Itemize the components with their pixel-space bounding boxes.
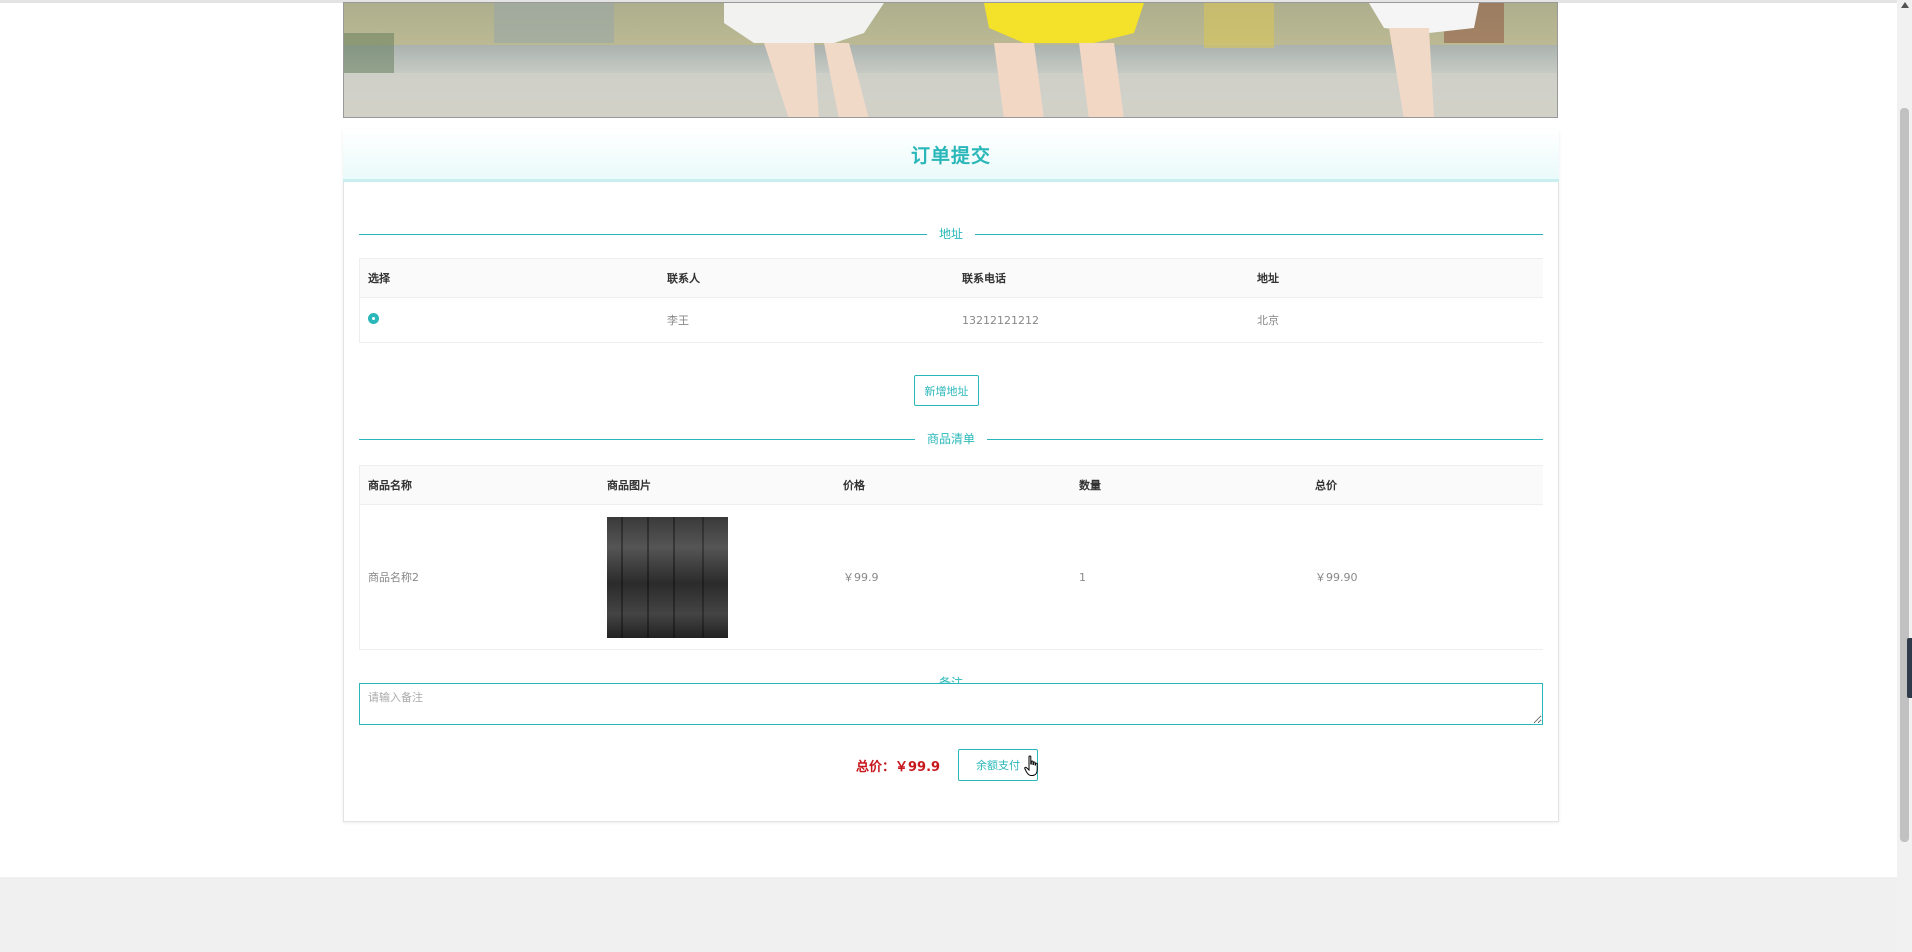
product-image-cell [599,504,835,650]
col-product-name: 商品名称 [359,465,599,505]
col-quantity: 数量 [1071,465,1307,505]
scroll-up-arrow-icon[interactable] [1901,2,1909,8]
goods-section-label: 商品清单 [914,431,988,447]
price-cell: ￥99.9 [835,504,1071,650]
col-contact: 联系人 [659,258,954,298]
goods-section-divider: 商品清单 [359,431,1543,447]
product-image [607,516,728,638]
order-total: 总价：￥99.9 [856,760,941,775]
col-total: 总价 [1307,465,1543,505]
goods-table-header: 商品名称 商品图片 价格 数量 总价 [359,465,1543,505]
remark-section-label: 备注 [930,675,972,683]
hand-cursor-icon [1024,755,1038,776]
col-price: 价格 [835,465,1071,505]
col-address: 地址 [1249,258,1543,298]
panel-header: 订单提交 [343,130,1559,182]
address-section-label: 地址 [926,226,976,242]
col-select: 选择 [359,258,659,298]
product-name-cell: 商品名称2 [359,504,599,650]
address-table: 选择 联系人 联系电话 地址 李王 13212121212 北京 [359,258,1543,343]
table-row: 商品名称2 ￥99.9 1 ￥99.90 [359,504,1543,650]
address-cell: 北京 [1249,297,1543,343]
total-cell: ￥99.90 [1307,504,1543,650]
quantity-cell: 1 [1071,504,1307,650]
page-footer [0,877,1897,952]
col-phone: 联系电话 [954,258,1249,298]
remark-section-divider: 备注 [359,675,1543,683]
page-title: 订单提交 [910,145,991,167]
contact-cell: 李王 [659,297,954,343]
add-address-button[interactable]: 新增地址 [914,375,979,406]
side-tab-handle[interactable] [1907,638,1912,698]
remark-textarea[interactable] [359,683,1543,725]
address-section-divider: 地址 [359,226,1543,242]
banner-image [343,2,1558,118]
goods-table: 商品名称 商品图片 价格 数量 总价 商品名称2 ￥99.9 1 ￥99.90 [359,465,1543,650]
col-product-image: 商品图片 [599,465,835,505]
table-row[interactable]: 李王 13212121212 北京 [359,297,1543,343]
address-table-header: 选择 联系人 联系电话 地址 [359,258,1543,298]
address-radio[interactable] [368,313,379,324]
banner-photo [344,3,1557,117]
select-cell[interactable] [359,297,659,343]
scrollbar-thumb[interactable] [1900,108,1909,842]
phone-cell: 13212121212 [954,297,1249,343]
